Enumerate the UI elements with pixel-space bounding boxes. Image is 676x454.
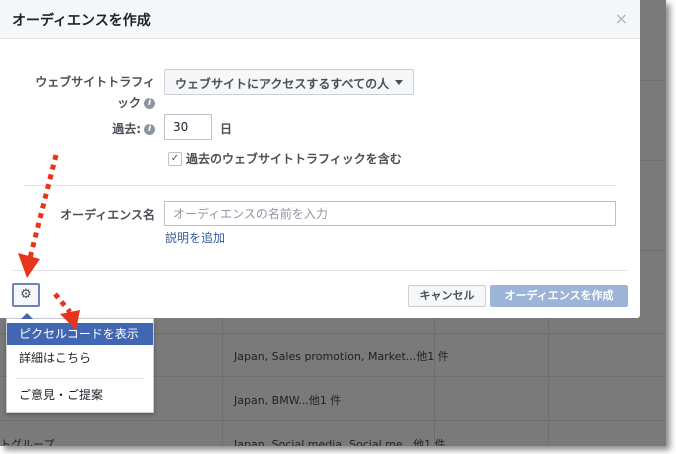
traffic-label-line1: ウェブサイトトラフィ <box>35 75 155 89</box>
menu-pointer <box>21 313 33 319</box>
table-cell: Japan, Sales promotion, Market...他1 件 <box>234 350 449 363</box>
info-icon[interactable]: i <box>144 98 155 109</box>
table-cell: トグループ <box>0 438 55 446</box>
gear-icon: ⚙ <box>20 287 32 302</box>
create-audience-button[interactable]: オーディエンスを作成 <box>490 285 628 307</box>
menu-item-feedback[interactable]: ご意見・ご提案 <box>7 384 153 406</box>
days-label-wrap: 過去: i <box>20 120 155 137</box>
settings-button[interactable]: ⚙ <box>12 283 40 307</box>
include-past-row[interactable]: ✓ 過去のウェブサイトトラフィックを含む <box>168 150 402 167</box>
dialog-header: オーディエンスを作成 × <box>0 0 640 39</box>
cancel-button[interactable]: キャンセル <box>408 285 486 307</box>
table-cell: Japan, BMW...他1 件 <box>234 394 342 407</box>
screenshot-frame: Japan, Sales promotion, Market...他1 件 Ja… <box>0 0 666 446</box>
table-cell: Japan, Social media, Social me...他1 件 <box>234 438 446 446</box>
menu-item-learn-more[interactable]: 詳細はこちら <box>7 347 153 369</box>
menu-separator <box>15 378 145 379</box>
traffic-label-line2: ック <box>116 96 141 110</box>
include-past-label: 過去のウェブサイトトラフィックを含む <box>186 152 402 166</box>
table-row-divider <box>640 250 666 251</box>
traffic-label: ウェブサイトトラフィ ック i <box>20 73 155 111</box>
menu-item-view-pixel-code[interactable]: ピクセルコードを表示 <box>7 323 153 345</box>
dialog-title: オーディエンスを作成 <box>12 13 151 29</box>
audience-name-label: オーディエンス名 <box>60 208 155 222</box>
traffic-select[interactable]: ウェブサイトにアクセスするすべての人 <box>164 69 414 95</box>
divider <box>24 185 616 186</box>
include-past-checkbox[interactable]: ✓ <box>168 151 182 166</box>
table-row-divider <box>0 420 666 421</box>
days-unit: 日 <box>220 122 233 136</box>
table-row-divider <box>640 160 666 161</box>
days-input[interactable] <box>164 114 212 140</box>
settings-menu: ピクセルコードを表示 詳細はこちら ご意見・ご提案 <box>6 313 154 413</box>
table-row-divider <box>640 80 666 81</box>
info-icon[interactable]: i <box>144 124 155 135</box>
traffic-select-value: ウェブサイトにアクセスするすべての人 <box>175 77 390 91</box>
caret-down-icon <box>395 80 403 85</box>
create-audience-dialog: オーディエンスを作成 × ウェブサイトトラフィ ック i ウェブサイトにアクセスす… <box>0 0 640 318</box>
audience-name-input[interactable] <box>164 201 616 226</box>
add-description-link[interactable]: 説明を追加 <box>165 229 225 246</box>
divider <box>12 270 628 271</box>
traffic-label-line2-wrap: ック i <box>20 94 155 111</box>
close-icon[interactable]: × <box>615 9 628 28</box>
days-label: 過去: <box>112 122 141 136</box>
